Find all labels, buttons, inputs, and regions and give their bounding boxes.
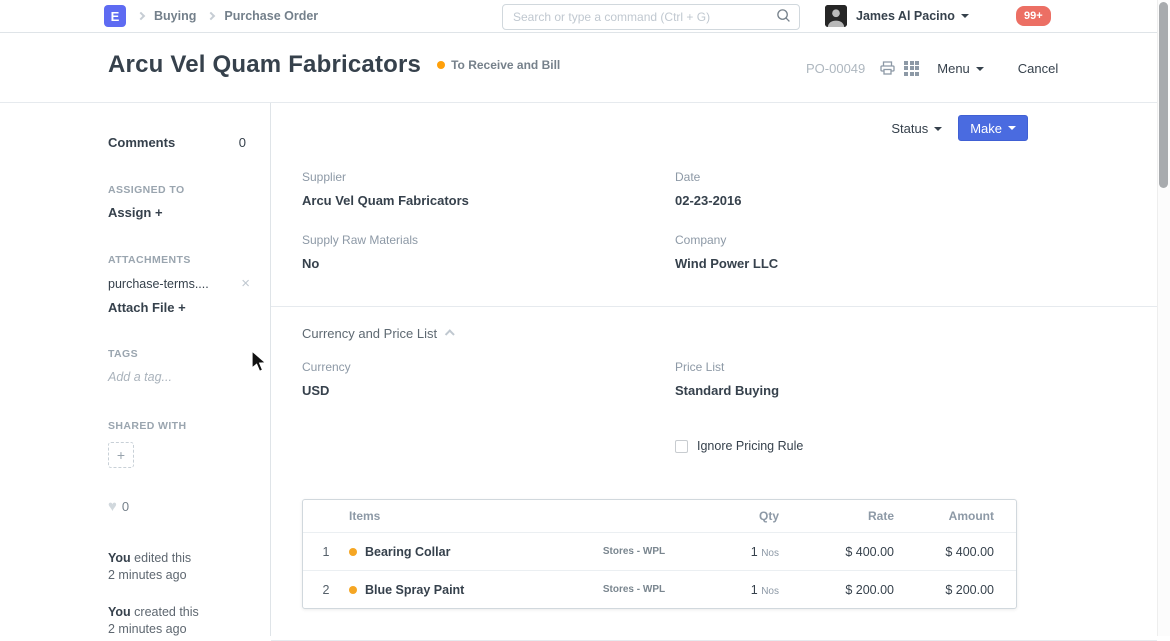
date-value[interactable]: 02-23-2016: [675, 193, 1028, 208]
price-list-value[interactable]: Standard Buying: [675, 383, 1028, 398]
status-label: To Receive and Bill: [451, 58, 560, 72]
user-name: James Al Pacino: [856, 9, 955, 23]
field-supplier: Supplier Arcu Vel Quam Fabricators: [302, 170, 675, 208]
breadcrumb-buying[interactable]: Buying: [154, 9, 196, 23]
item-status-dot-icon: [349, 586, 357, 594]
item-status-dot-icon: [349, 548, 357, 556]
item-rate: $ 400.00: [779, 545, 894, 559]
caret-down-icon: [961, 14, 969, 18]
print-icon[interactable]: [879, 60, 896, 76]
field-company: Company Wind Power LLC: [675, 233, 1028, 271]
tags-heading: TAGS: [108, 348, 258, 360]
add-share-button[interactable]: +: [108, 442, 134, 468]
add-tag-input[interactable]: Add a tag...: [108, 370, 258, 384]
row-index: 1: [303, 545, 349, 559]
item-rate: $ 200.00: [779, 583, 894, 597]
grid-menu-icon[interactable]: [904, 61, 919, 76]
breadcrumb: E Buying Purchase Order: [104, 5, 318, 27]
likes: ♥ 0: [108, 498, 258, 515]
global-search: [502, 4, 800, 30]
plus-icon: +: [178, 300, 186, 315]
status-indicator: To Receive and Bill: [437, 58, 560, 72]
shared-with-heading: SHARED WITH: [108, 420, 258, 432]
item-warehouse: Stores - WPL: [564, 546, 704, 557]
attach-file-button[interactable]: Attach File +: [108, 300, 258, 315]
field-ignore-pricing-rule: Ignore Pricing Rule: [675, 439, 1028, 453]
app-logo-icon[interactable]: E: [104, 5, 126, 27]
notification-badge[interactable]: 99+: [1016, 6, 1051, 26]
item-amount: $ 200.00: [894, 583, 1008, 597]
item-name[interactable]: Blue Spray Paint: [365, 583, 464, 597]
heart-icon[interactable]: ♥: [108, 498, 117, 515]
form-sidebar: Comments 0 ASSIGNED TO Assign + ATTACHME…: [108, 103, 258, 638]
item-warehouse: Stores - WPL: [564, 584, 704, 595]
chevron-up-icon: [445, 329, 455, 339]
search-icon[interactable]: [776, 8, 791, 26]
page-title: Arcu Vel Quam Fabricators: [108, 51, 421, 79]
remove-attachment-icon[interactable]: ×: [241, 276, 250, 291]
scrollbar-track[interactable]: [1157, 0, 1170, 636]
attachment-item: purchase-terms.... ×: [108, 276, 250, 291]
section-divider: [271, 306, 1157, 307]
company-value[interactable]: Wind Power LLC: [675, 256, 1028, 271]
field-currency: Currency USD: [302, 360, 675, 398]
plus-icon: +: [155, 205, 163, 220]
table-row[interactable]: 2 Blue Spray Paint Stores - WPL 1 Nos $ …: [303, 570, 1016, 608]
make-dropdown-button[interactable]: Make: [958, 115, 1028, 141]
activity-edited: You edited this 2 minutes ago: [108, 550, 258, 584]
section-currency-price-list[interactable]: Currency and Price List: [302, 326, 1028, 341]
cancel-button[interactable]: Cancel: [1018, 61, 1058, 76]
assigned-to-heading: ASSIGNED TO: [108, 184, 258, 196]
supply-raw-materials-value[interactable]: No: [302, 256, 675, 271]
caret-down-icon: [1008, 126, 1016, 130]
breadcrumb-purchase-order[interactable]: Purchase Order: [224, 9, 318, 23]
item-qty: 1: [751, 545, 758, 559]
page-head: Arcu Vel Quam Fabricators To Receive and…: [0, 33, 1170, 103]
status-dropdown-button[interactable]: Status: [891, 121, 942, 136]
item-uom: Nos: [761, 548, 779, 559]
currency-value[interactable]: USD: [302, 383, 675, 398]
table-row[interactable]: 1 Bearing Collar Stores - WPL 1 Nos $ 40…: [303, 532, 1016, 570]
field-price-list: Price List Standard Buying: [675, 360, 1028, 398]
likes-count: 0: [122, 499, 129, 514]
status-dot-icon: [437, 61, 445, 69]
navbar: E Buying Purchase Order James Al Pacino …: [0, 0, 1170, 33]
field-date: Date 02-23-2016: [675, 170, 1028, 208]
items-table: Items Qty Rate Amount 1 Bearing Collar S…: [302, 499, 1017, 609]
form-body: Status Make Supplier Arcu Vel Quam Fabri…: [271, 103, 1157, 636]
row-index: 2: [303, 583, 349, 597]
doc-id: PO-00049: [806, 61, 865, 76]
supplier-value[interactable]: Arcu Vel Quam Fabricators: [302, 193, 675, 208]
field-supply-raw-materials: Supply Raw Materials No: [302, 233, 675, 271]
user-menu[interactable]: James Al Pacino: [825, 5, 969, 27]
activity-created: You created this 2 minutes ago: [108, 604, 258, 638]
avatar: [825, 5, 847, 27]
caret-down-icon: [934, 127, 942, 131]
caret-down-icon: [976, 67, 984, 71]
scrollbar-thumb[interactable]: [1159, 2, 1168, 188]
items-table-header: Items Qty Rate Amount: [303, 500, 1016, 532]
sidebar-item-comments[interactable]: Comments 0: [108, 135, 246, 150]
item-name[interactable]: Bearing Collar: [365, 545, 450, 559]
ignore-pricing-rule-checkbox[interactable]: [675, 440, 688, 453]
item-uom: Nos: [761, 586, 779, 597]
assign-button[interactable]: Assign +: [108, 205, 258, 220]
menu-button[interactable]: Menu: [937, 61, 984, 76]
item-qty: 1: [751, 583, 758, 597]
attachment-link[interactable]: purchase-terms....: [108, 277, 209, 291]
item-amount: $ 400.00: [894, 545, 1008, 559]
attachments-heading: ATTACHMENTS: [108, 254, 258, 266]
chevron-right-icon: [207, 12, 215, 20]
comments-count: 0: [239, 135, 246, 150]
search-input[interactable]: [503, 10, 776, 24]
plus-icon: +: [117, 447, 125, 463]
chevron-right-icon: [137, 12, 145, 20]
purchase-order-page: E Buying Purchase Order James Al Pacino …: [0, 0, 1170, 636]
